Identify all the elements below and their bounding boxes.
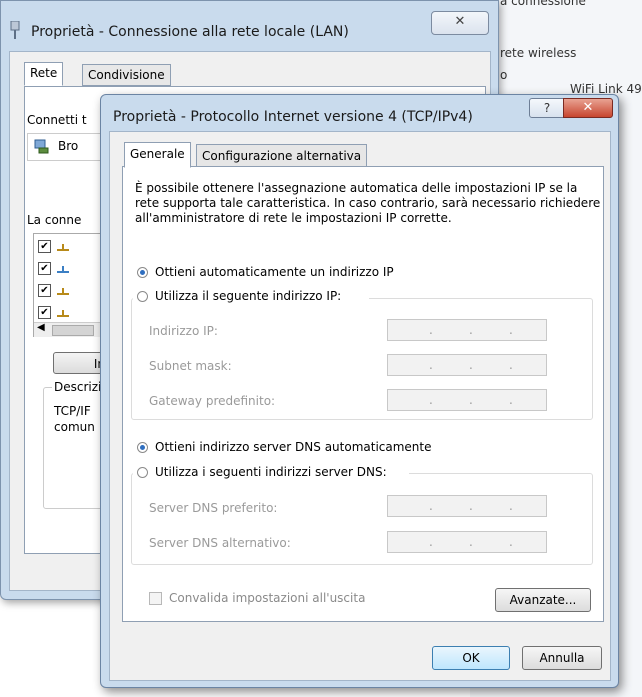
network-plug-icon: [10, 20, 20, 39]
background-text: o: [500, 68, 508, 82]
uses-label: La conne: [27, 213, 82, 227]
description-group-label: Descrizi: [52, 380, 104, 394]
ip-manual-label[interactable]: Utilizza il seguente indirizzo IP:: [155, 289, 341, 303]
component-icon: [57, 310, 69, 317]
ip-dot: .: [429, 535, 433, 549]
subnet-mask-label: Subnet mask:: [149, 359, 232, 373]
ipv4-properties-dialog: Proprietà - Protocollo Internet versione…: [100, 94, 619, 688]
ip-dot: .: [429, 323, 433, 337]
ip-auto-radio[interactable]: [137, 267, 148, 278]
ip-auto-label[interactable]: Ottieni automaticamente un indirizzo IP: [155, 265, 394, 279]
scroll-thumb[interactable]: [52, 325, 94, 336]
tab-condivisione[interactable]: Condivisione: [82, 64, 171, 86]
validate-label[interactable]: Convalida impostazioni all'uscita: [169, 591, 365, 605]
tab-rete[interactable]: Rete: [24, 62, 64, 86]
component-icon: [57, 244, 69, 251]
item-checkbox[interactable]: ✔: [38, 262, 51, 275]
ip-dot: .: [469, 393, 473, 407]
description-text: È possibile ottenere l'assegnazione auto…: [135, 181, 601, 225]
item-checkbox[interactable]: ✔: [38, 284, 51, 297]
ip-dot: .: [469, 535, 473, 549]
background-text: rete wireless: [500, 46, 577, 60]
description-text: comun: [54, 420, 95, 434]
dns-auto-radio[interactable]: [137, 442, 148, 453]
ip-dot: .: [469, 323, 473, 337]
scroll-left-icon[interactable]: ◀: [37, 322, 45, 333]
gateway-label: Gateway predefinito:: [149, 394, 276, 408]
ok-button[interactable]: OK: [432, 646, 510, 670]
item-checkbox[interactable]: ✔: [38, 306, 51, 319]
ip-dot: .: [509, 535, 513, 549]
ip-dot: .: [429, 393, 433, 407]
ip-dot: .: [509, 323, 513, 337]
preferred-dns-field[interactable]: ...: [387, 495, 547, 517]
ip-dot: .: [509, 358, 513, 372]
network-adapter-icon: [34, 139, 49, 154]
dns-manual-label[interactable]: Utilizza i seguenti indirizzi server DNS…: [155, 465, 387, 479]
lan-title: Proprietà - Connessione alla rete locale…: [31, 24, 349, 40]
preferred-dns-label: Server DNS preferito:: [149, 501, 278, 515]
lan-close-button[interactable]: ✕: [431, 11, 489, 35]
ip-dot: .: [429, 358, 433, 372]
advanced-button[interactable]: Avanzate...: [495, 588, 591, 612]
component-icon: [57, 266, 69, 273]
subnet-mask-field[interactable]: ...: [387, 354, 547, 376]
item-checkbox[interactable]: ✔: [38, 240, 51, 253]
ip-manual-radio[interactable]: [137, 291, 148, 302]
ip-dot: .: [429, 499, 433, 513]
dns-auto-label[interactable]: Ottieni indirizzo server DNS automaticam…: [155, 440, 432, 454]
alternate-dns-label: Server DNS alternativo:: [149, 536, 291, 550]
dns-manual-radio[interactable]: [137, 467, 148, 478]
ip-address-label: Indirizzo IP:: [149, 324, 218, 338]
lan-title-bar: Proprietà - Connessione alla rete locale…: [9, 20, 349, 40]
adapter-box: Bro: [27, 133, 109, 161]
ip-dot: .: [469, 358, 473, 372]
background-text: a connessione: [500, 0, 586, 8]
validate-checkbox[interactable]: [149, 592, 162, 605]
ipv4-title: Proprietà - Protocollo Internet versione…: [113, 109, 473, 125]
ip-dot: .: [469, 499, 473, 513]
tab-configurazione-alternativa[interactable]: Configurazione alternativa: [196, 144, 368, 168]
cancel-button[interactable]: Annulla: [522, 646, 602, 670]
adapter-name: Bro: [58, 139, 79, 153]
ipv4-body: Generale Configurazione alternativa È po…: [109, 131, 611, 681]
description-text: TCP/IF: [54, 404, 91, 418]
general-panel: È possibile ottenere l'assegnazione auto…: [122, 166, 604, 622]
ip-dot: .: [509, 393, 513, 407]
component-icon: [57, 288, 69, 295]
help-button[interactable]: ?: [529, 98, 565, 118]
alternate-dns-field[interactable]: ...: [387, 531, 547, 553]
ip-address-field[interactable]: ...: [387, 319, 547, 341]
close-button[interactable]: ✕: [563, 98, 613, 118]
connect-label: Connetti t: [27, 113, 87, 127]
gateway-field[interactable]: ...: [387, 389, 547, 411]
ip-dot: .: [509, 499, 513, 513]
tab-generale[interactable]: Generale: [124, 142, 191, 168]
